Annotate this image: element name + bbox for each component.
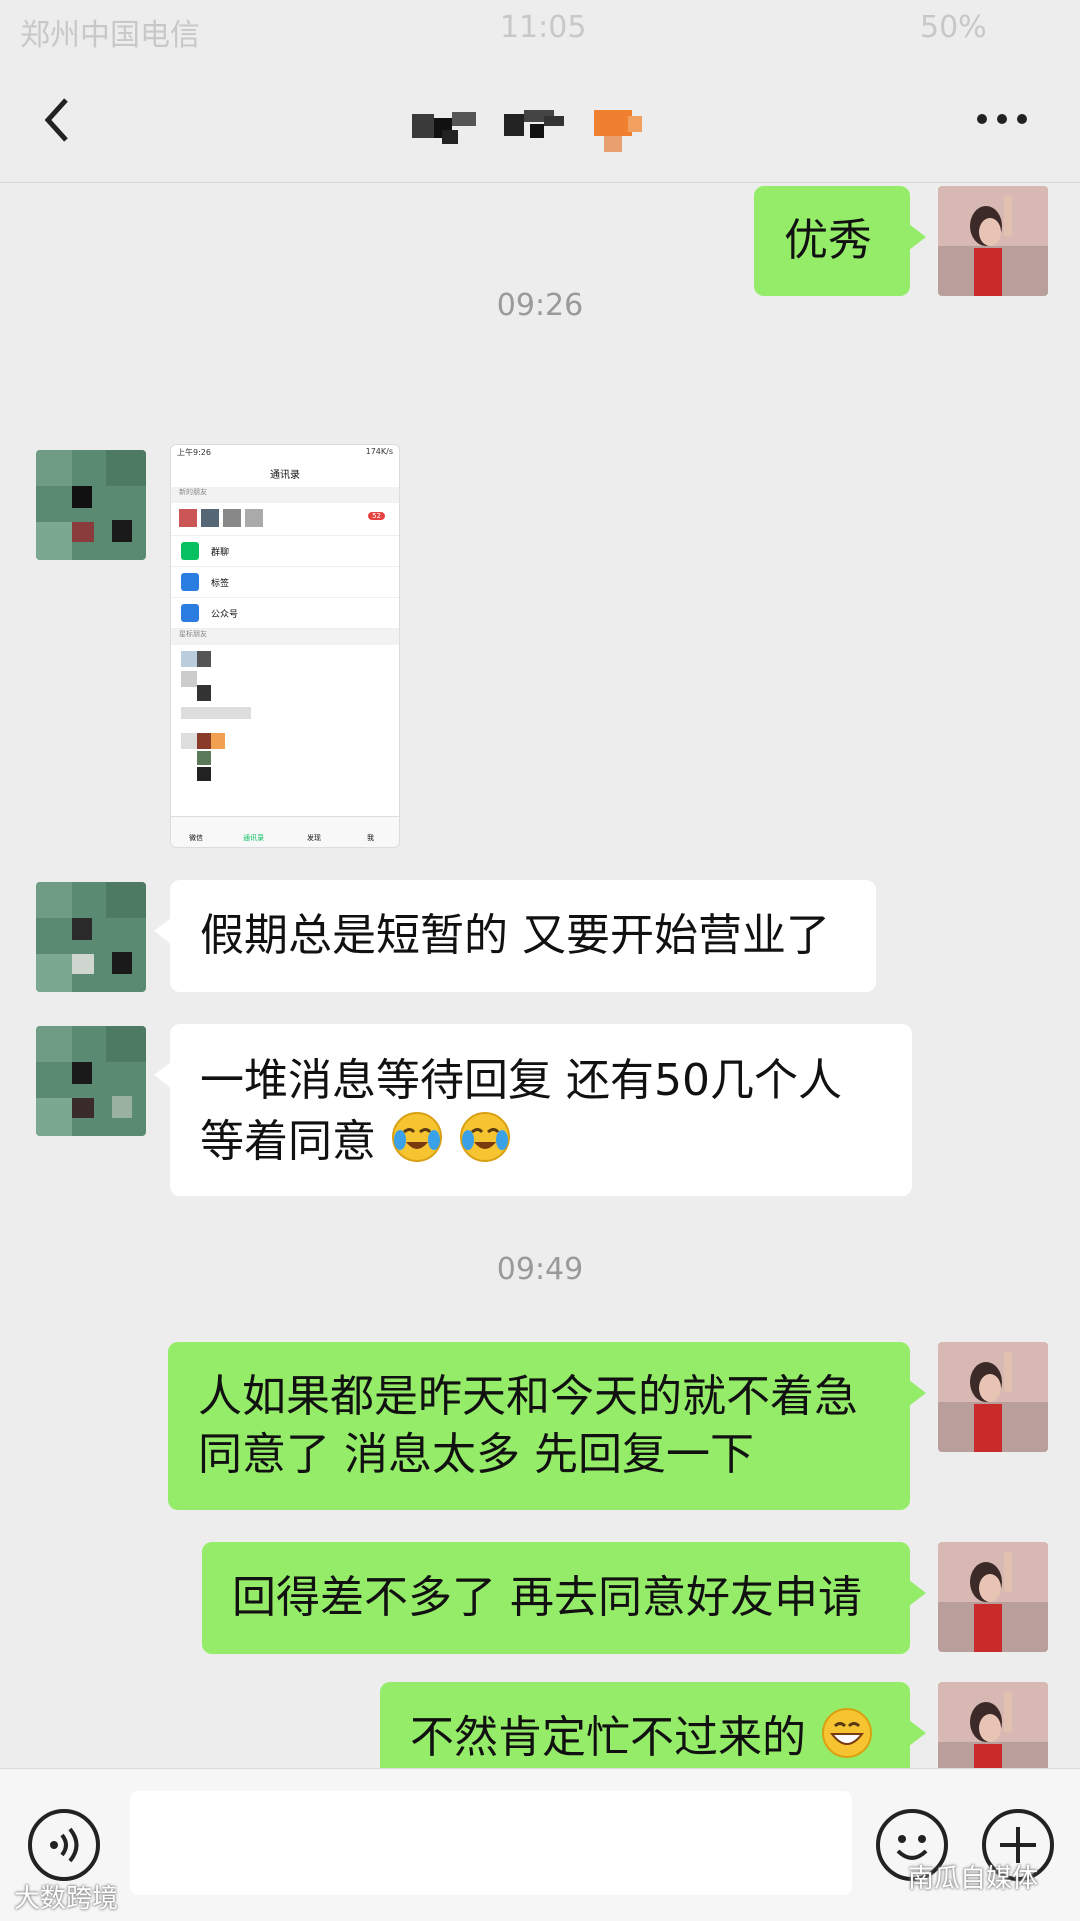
chat-header — [0, 58, 1080, 183]
message-text: 人如果都是昨天和今天的就不着急 — [198, 1371, 858, 1422]
avatar[interactable] — [938, 186, 1048, 296]
back-button[interactable] — [36, 94, 80, 146]
screenshot-status-time: 上午9:26 — [177, 448, 211, 457]
crying-laughing-emoji-icon — [392, 1112, 442, 1162]
message-text: 回得差不多了 再去同意好友申请 — [232, 1572, 862, 1623]
screenshot-item: 公众号 — [171, 598, 399, 629]
avatar[interactable] — [938, 1342, 1048, 1452]
avatar[interactable] — [36, 450, 146, 560]
status-bar: 郑州中国电信 11:05 50% — [0, 0, 1080, 58]
avatar[interactable] — [36, 1026, 146, 1136]
message-text: 假期总是短暂的 又要开始营业了 — [200, 910, 830, 961]
chevron-left-icon — [44, 98, 68, 142]
grinning-emoji-icon — [822, 1708, 872, 1758]
avatar[interactable] — [938, 1682, 1048, 1768]
message-bubble[interactable]: 一堆消息等待回复 还有50几个人 等着同意 — [154, 1024, 912, 1196]
message-bubble[interactable]: 假期总是短暂的 又要开始营业了 — [154, 880, 876, 992]
status-time: 11:05 — [500, 10, 587, 45]
watermark-bottom-right: 南瓜自媒体 — [908, 1864, 1039, 1894]
message-text-line2: 同意了 消息太多 先回复一下 — [198, 1429, 754, 1480]
shared-screenshot-image[interactable]: 上午9:26 174K/s 通讯录 新的朋友 52 群聊 标签 公众号 星标朋友 — [170, 444, 400, 848]
screenshot-tab-bar: 微信 通讯录 发现 我 — [171, 816, 399, 847]
message-text: 不然肯定忙不过来的 — [410, 1712, 806, 1763]
message-bubble[interactable]: 优秀 — [754, 186, 926, 296]
more-button[interactable] — [974, 104, 1030, 134]
screenshot-item: 群聊 — [171, 536, 399, 567]
screenshot-new-friends-row: 52 — [171, 503, 399, 536]
message-text-line2: 等着同意 — [200, 1110, 882, 1171]
voice-icon — [50, 1827, 79, 1863]
screenshot-item: 标签 — [171, 567, 399, 598]
message-text: 优秀 — [784, 215, 872, 266]
message-bubble[interactable]: 回得差不多了 再去同意好友申请 — [202, 1542, 926, 1654]
more-dots-icon — [977, 114, 1027, 124]
chat-area[interactable]: 优秀 09:26 上午9:26 174K/s 通讯录 新的朋友 52 群聊 标签… — [0, 182, 1080, 1768]
timestamp: 09:26 — [496, 288, 584, 323]
crying-laughing-emoji-icon — [460, 1112, 510, 1162]
screenshot-badge: 52 — [368, 512, 385, 520]
message-text: 一堆消息等待回复 还有50几个人 — [200, 1055, 842, 1106]
carrier-label: 郑州中国电信 — [20, 18, 200, 53]
screenshot-status-bar: 上午9:26 174K/s — [171, 445, 399, 465]
timestamp: 09:49 — [496, 1252, 584, 1287]
message-bubble[interactable]: 不然肯定忙不过来的 — [380, 1682, 926, 1768]
screenshot-section-starred: 星标朋友 — [171, 629, 399, 645]
watermark-bottom-left: 大数跨境 — [14, 1884, 119, 1914]
avatar[interactable] — [938, 1542, 1048, 1652]
contact-name-blurred — [412, 102, 650, 162]
screenshot-title: 通讯录 — [270, 470, 300, 481]
input-bar — [0, 1768, 1080, 1921]
message-bubble[interactable]: 人如果都是昨天和今天的就不着急 同意了 消息太多 先回复一下 — [168, 1342, 926, 1510]
screenshot-section-new-friends: 新的朋友 — [171, 487, 399, 503]
screenshot-blurred-contacts — [171, 645, 399, 785]
battery-label: 50% — [920, 10, 987, 45]
message-input[interactable] — [130, 1791, 852, 1895]
screenshot-status-net: 174K/s — [365, 447, 393, 456]
voice-button[interactable] — [28, 1809, 100, 1881]
avatar[interactable] — [36, 882, 146, 992]
